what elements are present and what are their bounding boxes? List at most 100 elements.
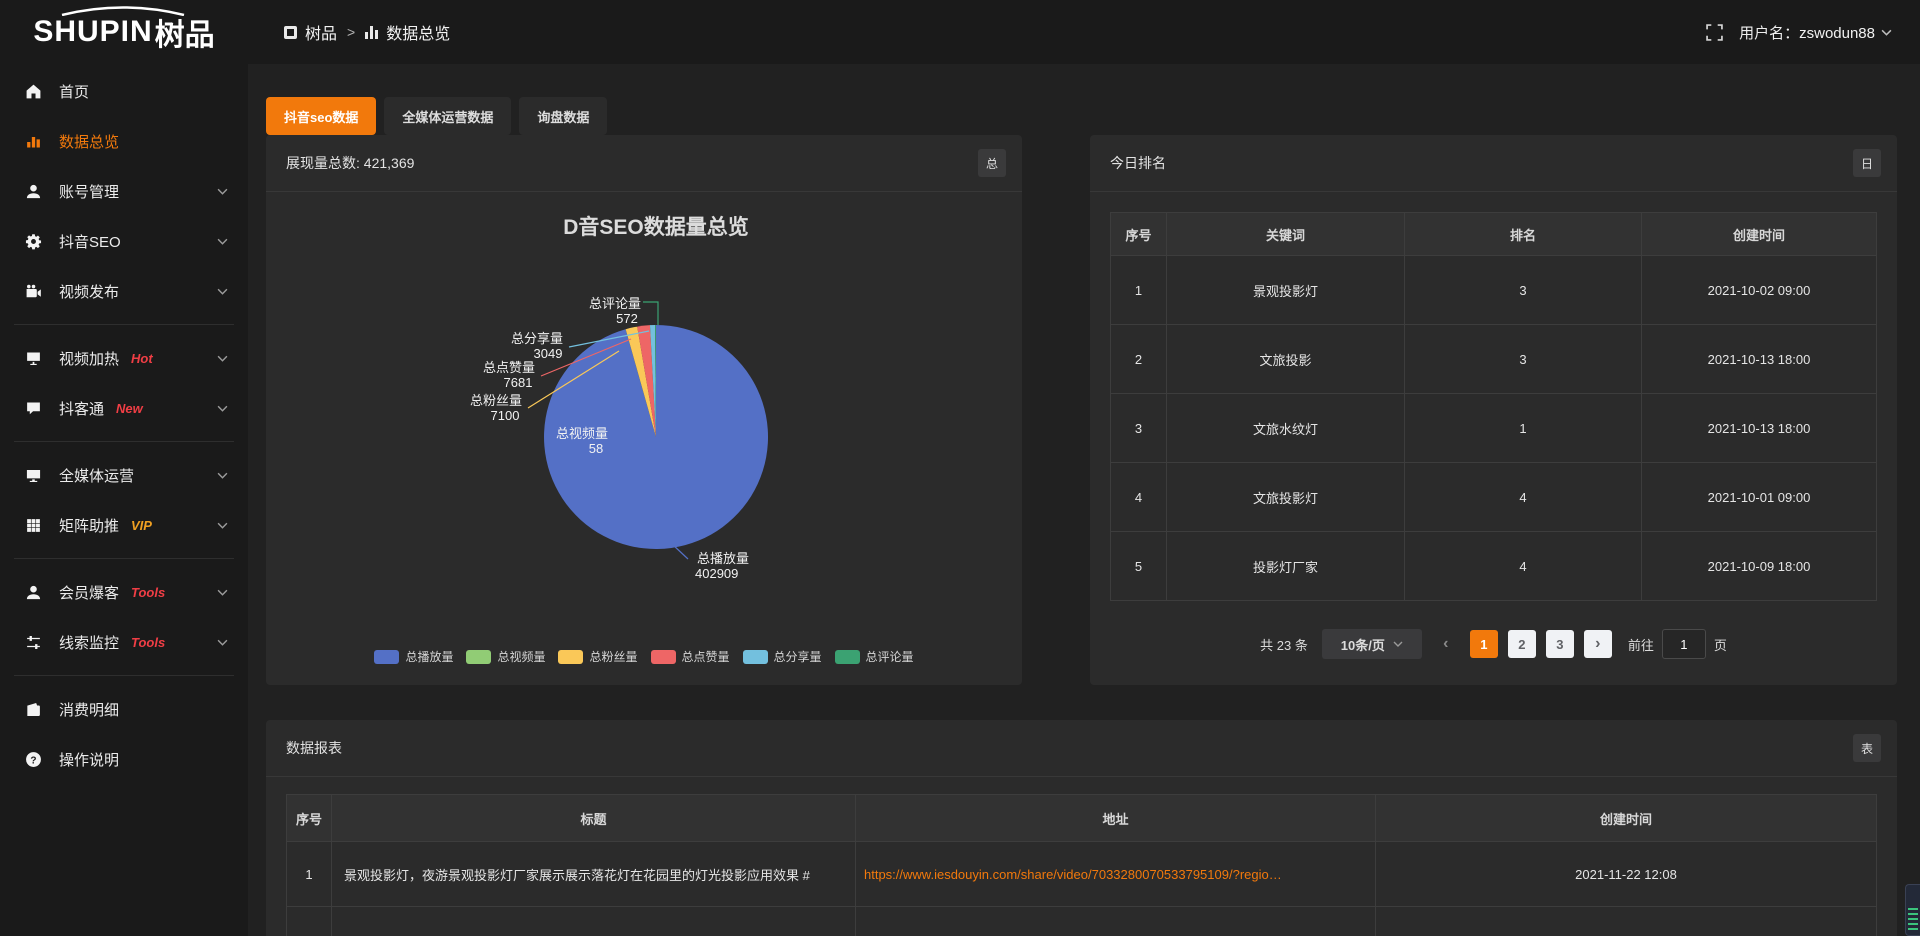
page-button-1[interactable]: 1 [1470, 630, 1498, 658]
next-page-button[interactable]: › [1584, 630, 1612, 658]
goto-unit: 页 [1714, 635, 1727, 654]
table-row: 3文旅水纹灯12021-10-13 18:00 [1111, 394, 1877, 463]
sidebar-item-grid[interactable]: 矩阵助推VIP [0, 500, 248, 550]
legend-item-总视频量[interactable]: 总视频量 [466, 648, 545, 665]
page-button-2[interactable]: 2 [1508, 630, 1536, 658]
report-panel-title: 数据报表 [286, 738, 342, 758]
table-cell: 4 [1111, 463, 1167, 532]
goto-page-input[interactable] [1662, 629, 1706, 659]
pie-label: 总视频量 [556, 426, 608, 441]
sidebar-item-gear[interactable]: 抖音SEO [0, 216, 248, 266]
column-header: 标题 [332, 795, 856, 842]
table-cell: 5 [1111, 532, 1167, 601]
column-header: 创建时间 [1376, 795, 1877, 842]
report-table: 序号标题地址创建时间 1景观投影灯，夜游景观投影灯厂家展示展示落花灯在花园里的灯… [286, 794, 1877, 936]
legend-item-总点赞量[interactable]: 总点赞量 [651, 648, 730, 665]
chevron-down-icon [1393, 641, 1403, 647]
overview-panel: 展现量总数: 421,369 总 D音SEO数据量总览总播放量402909总视频… [266, 135, 1022, 685]
sidebar-item-label: 首页 [59, 81, 89, 102]
video-link-cell [856, 907, 1376, 936]
home-icon [24, 83, 42, 100]
page-size-select[interactable]: 10条/页 [1322, 629, 1422, 659]
tab-2[interactable]: 询盘数据 [519, 97, 607, 135]
legend-label: 总评论量 [866, 648, 914, 665]
table-cell: 4 [1405, 463, 1642, 532]
sidebar-item-chart[interactable]: 数据总览 [0, 116, 248, 166]
pie-label: 572 [616, 311, 638, 326]
column-header: 地址 [856, 795, 1376, 842]
sidebar-item-label: 视频发布 [59, 281, 119, 302]
user-menu[interactable]: 用户名：zswodun88 [1739, 22, 1892, 43]
chart-icon [24, 133, 42, 150]
table-cell: 3 [1405, 256, 1642, 325]
chevron-down-icon [217, 522, 228, 529]
video-link[interactable]: https://www.iesdouyin.com/share/video/70… [864, 867, 1282, 882]
daily-badge-button[interactable]: 日 [1853, 149, 1881, 177]
logo-text-en: SHUPIN [33, 15, 152, 49]
sidebar-badge-tools: Tools [131, 585, 165, 600]
column-header: 序号 [287, 795, 332, 842]
page-number-group: 123 [1470, 630, 1574, 658]
wallet-icon [24, 701, 42, 718]
prev-page-button[interactable]: ‹ [1432, 630, 1460, 658]
goto-page: 前往 页 [1628, 629, 1727, 659]
breadcrumb-item-root[interactable]: 树品 [305, 20, 337, 44]
overview-panel-title: 展现量总数: 421,369 [286, 153, 414, 173]
table-cell: 文旅投影 [1167, 325, 1405, 394]
sidebar-item-screen[interactable]: 视频加热Hot [0, 333, 248, 383]
total-badge-button[interactable]: 总 [978, 149, 1006, 177]
username-label: 用户名：zswodun88 [1739, 22, 1875, 43]
sidebar-item-chat[interactable]: 抖客通New [0, 383, 248, 433]
legend-item-总播放量[interactable]: 总播放量 [374, 648, 453, 665]
sidebar-item-person[interactable]: 会员爆客 Tools [0, 567, 248, 617]
grid-icon [24, 517, 42, 534]
sidebar-item-camera[interactable]: 视频发布 [0, 266, 248, 316]
table-cell [332, 907, 856, 936]
pie-label: 总粉丝量 [470, 393, 522, 408]
sidebar-item-sliders[interactable]: 线索监控Tools [0, 617, 248, 667]
sidebar-item-label: 视频加热 [59, 348, 119, 369]
sidebar-item-wallet[interactable]: 消费明细 [0, 684, 248, 734]
legend-item-总粉丝量[interactable]: 总粉丝量 [558, 648, 637, 665]
bar-chart-icon [365, 26, 378, 39]
top-header: SHUPIN 树品 树品 > 数据总览 用户名：zswodun88 [0, 0, 1920, 64]
report-panel-header: 数据报表 表 [266, 720, 1897, 777]
legend-item-总评论量[interactable]: 总评论量 [835, 648, 914, 665]
table-cell [287, 907, 332, 936]
sidebar-badge-new: New [116, 401, 143, 416]
legend-item-总分享量[interactable]: 总分享量 [743, 648, 822, 665]
tab-0[interactable]: 抖音seo数据 [266, 97, 376, 135]
page-size-value: 10条/页 [1341, 635, 1385, 654]
person-icon [24, 584, 42, 601]
table-row: 2文旅投影32021-10-13 18:00 [1111, 325, 1877, 394]
sidebar-item-user[interactable]: 账号管理 [0, 166, 248, 216]
fullscreen-icon[interactable] [1706, 24, 1723, 41]
sidebar-divider [14, 324, 234, 325]
table-cell: 2021-10-13 18:00 [1642, 394, 1877, 463]
breadcrumb-separator: > [347, 24, 355, 40]
table-row: 5投影灯厂家42021-10-09 18:00 [1111, 532, 1877, 601]
page-button-3[interactable]: 3 [1546, 630, 1574, 658]
brand-logo[interactable]: SHUPIN 树品 [0, 10, 248, 54]
screen-icon [24, 350, 42, 367]
breadcrumb-item-current[interactable]: 数据总览 [386, 20, 450, 44]
sidebar-badge-vip: VIP [131, 518, 152, 533]
table-badge-button[interactable]: 表 [1853, 734, 1881, 762]
report-panel: 数据报表 表 序号标题地址创建时间 1景观投影灯，夜游景观投影灯厂家展示展示落花… [266, 720, 1897, 936]
floating-widget[interactable] [1905, 884, 1920, 936]
pie-label: 总评论量 [589, 296, 641, 311]
logo-text-cn: 树品 [155, 10, 215, 54]
sidebar-badge-tools: Tools [131, 635, 165, 650]
table-cell: 2021-10-13 18:00 [1642, 325, 1877, 394]
pie-label: 58 [589, 441, 603, 456]
sidebar-item-label: 会员爆客 [59, 582, 119, 603]
sidebar-item-home[interactable]: 首页 [0, 66, 248, 116]
tab-bar: 抖音seo数据全媒体运营数据询盘数据 [266, 97, 607, 135]
sidebar-item-monitor[interactable]: 全媒体运营 [0, 450, 248, 500]
sidebar-item-label: 操作说明 [59, 749, 119, 770]
legend-label: 总视频量 [497, 648, 545, 665]
sidebar-item-question[interactable]: ?操作说明 [0, 734, 248, 784]
pie-label: 总分享量 [511, 331, 563, 346]
tab-1[interactable]: 全媒体运营数据 [384, 97, 511, 135]
ranking-panel-title: 今日排名 [1110, 153, 1166, 173]
